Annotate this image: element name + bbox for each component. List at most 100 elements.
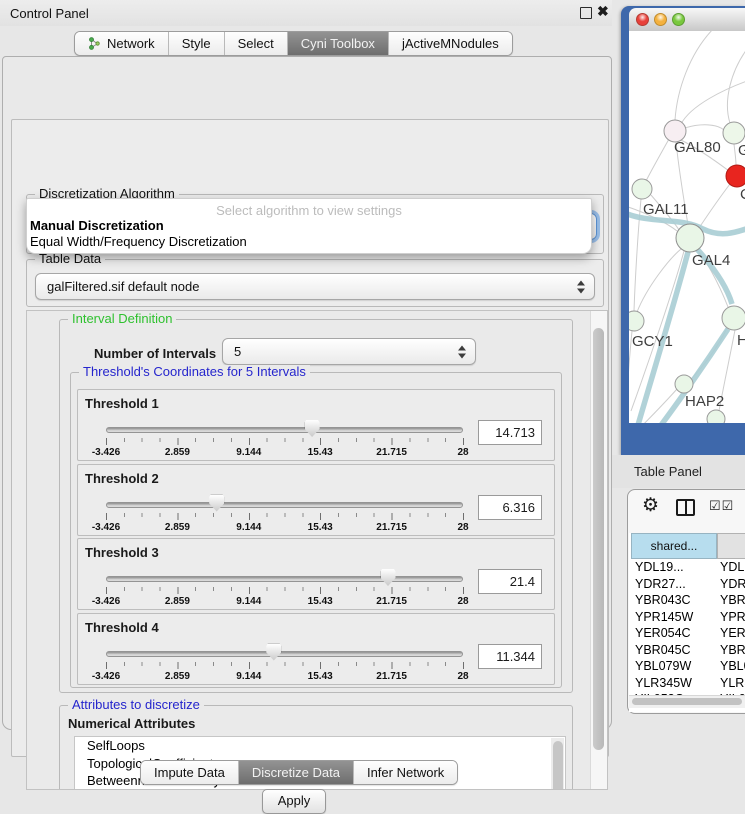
dropdown-item-equal-width-frequency[interactable]: Equal Width/Frequency Discretization: [27, 234, 591, 250]
tab-discretize-data[interactable]: Discretize Data: [238, 761, 353, 784]
tab-select[interactable]: Select: [224, 32, 287, 55]
network-edge[interactable]: [685, 125, 724, 130]
slider-thumb[interactable]: [305, 420, 320, 437]
table-data-title: Table Data: [35, 252, 105, 266]
tick-label: 21.715: [376, 671, 407, 682]
slider-track[interactable]: [106, 651, 463, 657]
tab-infer-network[interactable]: Infer Network: [353, 761, 457, 784]
network-node-gcy1[interactable]: [629, 311, 644, 331]
shared-name-cell[interactable]: YPR145W: [635, 610, 693, 624]
network-canvas[interactable]: GAL80GACGAL11GAL4GCY1HHAP2: [629, 31, 745, 423]
network-edge[interactable]: [646, 139, 669, 181]
network-node-gal4[interactable]: [676, 224, 704, 252]
checkbox-icons[interactable]: ☑☑: [709, 498, 734, 514]
node-label: GA: [738, 142, 745, 159]
network-edge[interactable]: [727, 49, 745, 123]
network-node-c[interactable]: [726, 165, 745, 187]
settings-scrollbar-thumb[interactable]: [593, 328, 604, 750]
minimize-traffic-light-icon[interactable]: [654, 13, 667, 26]
threshold-value-field[interactable]: 6.316: [478, 495, 542, 520]
table-row[interactable]: YBL079W YBL0: [629, 659, 745, 676]
tick-label: 2.859: [165, 671, 190, 682]
shared-name-cell[interactable]: YLR345W: [635, 676, 692, 690]
name-cell[interactable]: YBL0: [720, 659, 745, 673]
network-node[interactable]: [707, 410, 725, 423]
list-scrollbar-thumb[interactable]: [553, 741, 563, 790]
slider-track[interactable]: [106, 427, 463, 433]
shared-name-cell[interactable]: YER054C: [635, 626, 691, 640]
slider-thumb[interactable]: [266, 644, 281, 661]
name-cell[interactable]: YER0: [720, 626, 745, 640]
table-row[interactable]: YDR27... YDR2: [629, 577, 745, 594]
threshold-value-field[interactable]: 14.713: [478, 420, 542, 445]
table-hscrollbar[interactable]: [629, 695, 745, 708]
column-header-name[interactable]: name: [717, 533, 745, 559]
tab-jactivemnodules[interactable]: jActiveMNodules: [388, 32, 512, 55]
shared-name-cell[interactable]: YBR045C: [635, 643, 691, 657]
name-cell[interactable]: YBR0: [720, 593, 745, 607]
table-row[interactable]: YLR345W YLR3: [629, 676, 745, 693]
table-row[interactable]: YPR145W YPR1: [629, 610, 745, 627]
table-data-select[interactable]: galFiltered.sif default node: [35, 273, 595, 300]
network-node-hap2[interactable]: [675, 375, 693, 393]
slider-thumb[interactable]: [209, 495, 224, 512]
network-edge[interactable]: [699, 184, 730, 228]
shared-name-cell[interactable]: YDR27...: [635, 577, 686, 591]
columns-icon[interactable]: [676, 499, 695, 516]
table-row[interactable]: YER054C YER0: [629, 626, 745, 643]
table-row[interactable]: YBR045C YBR0: [629, 643, 745, 660]
tab-label: Network: [107, 36, 155, 51]
table-row[interactable]: YDL19... YDL1: [629, 560, 745, 577]
slider-major-ticks: [106, 438, 464, 445]
apply-button[interactable]: Apply: [262, 789, 326, 814]
tick-label: 2.859: [165, 447, 190, 458]
tick-label: -3.426: [92, 447, 120, 458]
tab-impute-data[interactable]: Impute Data: [141, 761, 238, 784]
threshold-3-slider[interactable]: -3.4262.8599.14415.4321.71528: [106, 569, 463, 607]
tick-label: 28: [457, 522, 468, 533]
shared-name-cell[interactable]: YBL079W: [635, 659, 691, 673]
network-node-gal11[interactable]: [632, 179, 652, 199]
close-traffic-light-icon[interactable]: [636, 13, 649, 26]
network-window-titlebar[interactable]: [629, 8, 745, 32]
shared-name-cell[interactable]: YDL19...: [635, 560, 684, 574]
settings-scrollbar[interactable]: [590, 311, 607, 789]
table-hscrollbar-thumb[interactable]: [632, 698, 742, 705]
dropdown-item-manual-discretization[interactable]: Manual Discretization: [27, 218, 591, 234]
network-node-ga[interactable]: [723, 122, 745, 144]
tab-network[interactable]: Network: [75, 32, 168, 55]
settings-scroll-area[interactable]: Interval Definition Number of Intervals …: [26, 310, 608, 790]
shared-name-cell[interactable]: YBR043C: [635, 593, 691, 607]
tick-label: 21.715: [376, 447, 407, 458]
threshold-value-field[interactable]: 11.344: [478, 644, 542, 669]
threshold-value-field[interactable]: 21.4: [478, 569, 542, 594]
float-window-icon[interactable]: [580, 7, 592, 19]
name-cell[interactable]: YDR2: [720, 577, 745, 591]
name-cell[interactable]: YLR3: [720, 676, 745, 690]
name-cell[interactable]: YBR0: [720, 643, 745, 657]
number-of-intervals-select[interactable]: 5: [222, 338, 476, 365]
list-scrollbar[interactable]: [551, 738, 564, 790]
tab-style[interactable]: Style: [168, 32, 224, 55]
name-cell[interactable]: YDL1: [720, 560, 745, 574]
slider-track[interactable]: [106, 502, 463, 508]
network-edge[interactable]: [675, 31, 715, 120]
zoom-traffic-light-icon[interactable]: [672, 13, 685, 26]
gear-icon[interactable]: ⚙: [642, 496, 659, 516]
threshold-2-slider[interactable]: -3.4262.8599.14415.4321.71528: [106, 495, 463, 533]
tab-cyni-toolbox[interactable]: Cyni Toolbox: [287, 32, 388, 55]
tick-label: 21.715: [376, 522, 407, 533]
slider-thumb[interactable]: [381, 569, 396, 586]
slider-track[interactable]: [106, 576, 463, 582]
name-cell[interactable]: YPR1: [720, 610, 745, 624]
threshold-1-slider[interactable]: -3.4262.8599.14415.4321.71528: [106, 420, 463, 458]
network-edge[interactable]: [681, 81, 745, 124]
attribute-item[interactable]: SelfLoops: [75, 737, 565, 755]
network-edge[interactable]: [734, 144, 736, 165]
close-icon[interactable]: ✖: [597, 3, 609, 20]
table-data-group: Table Data galFiltered.sif default node: [26, 259, 604, 307]
threshold-4-slider[interactable]: -3.4262.8599.14415.4321.71528: [106, 644, 463, 682]
column-header-shared-name[interactable]: shared...: [631, 533, 717, 559]
table-row[interactable]: YBR043C YBR0: [629, 593, 745, 610]
network-node-h[interactable]: [722, 306, 745, 330]
